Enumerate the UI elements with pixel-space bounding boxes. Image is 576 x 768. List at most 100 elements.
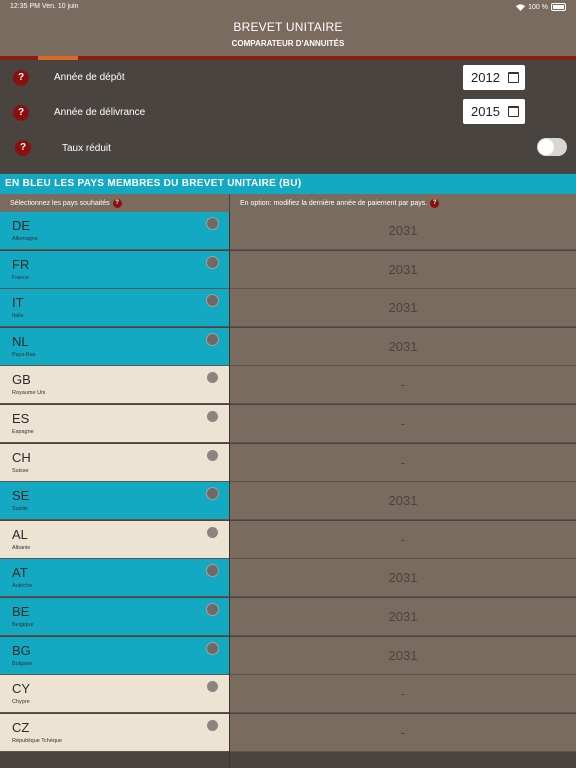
country-name: Belgique (12, 622, 34, 628)
last-payment-year[interactable]: - (230, 520, 576, 559)
country-select-cell[interactable]: AT Autriche (0, 559, 229, 598)
select-radio[interactable] (207, 565, 218, 577)
select-radio[interactable] (207, 526, 218, 538)
country-code: CZ (12, 719, 30, 735)
country-name: Chypre (12, 699, 30, 706)
select-radio[interactable] (207, 449, 218, 461)
country-name: Albanie (12, 544, 31, 551)
status-bar: 12:35 PM Ven. 10 juin 100 % (0, 0, 576, 14)
last-payment-year[interactable]: - (230, 713, 576, 752)
country-code: ES (12, 411, 30, 426)
select-radio[interactable] (207, 642, 218, 654)
app-subtitle: COMPARATEUR D'ANNUITÉS (231, 39, 345, 48)
filing-year-input[interactable]: 2012 (463, 65, 525, 90)
country-code: DE (12, 218, 31, 233)
member-banner: EN BLEU LES PAYS MEMBRES DU BREVET UNITA… (0, 174, 576, 194)
toggle-knob (538, 139, 554, 155)
country-name: République Tchèque (12, 737, 63, 744)
help-icon-select[interactable]: ? (112, 199, 122, 208)
country-select-cell[interactable]: NL Pays-Bas (0, 327, 229, 366)
country-row-cy: CY Chypre - (0, 675, 576, 714)
option-last-year-label: En option: modifiez la dernière année de… (240, 200, 428, 207)
country-row-it: IT Italie 2031 (0, 289, 576, 328)
country-row-al: AL Albanie - (0, 520, 576, 559)
calendar-icon (508, 72, 519, 83)
select-radio[interactable] (207, 218, 218, 229)
last-payment-year[interactable]: - (230, 366, 576, 405)
country-select-cell[interactable]: BE Belgique (0, 598, 229, 636)
country-row-at: AT Autriche 2031 (0, 559, 576, 598)
status-time-date: 12:35 PM Ven. 10 juin (10, 3, 79, 10)
help-icon-filing-year[interactable]: ? (13, 70, 29, 86)
country-code: GB (12, 372, 31, 388)
filing-year-label: Année de dépôt (54, 72, 125, 83)
country-name: Autriche (12, 583, 33, 590)
country-code: BG (12, 642, 31, 658)
select-radio[interactable] (207, 295, 218, 307)
banner-text: EN BLEU LES PAYS MEMBRES DU BREVET UNITA… (5, 178, 302, 189)
help-icon-grant-year[interactable]: ? (13, 105, 29, 121)
country-select-cell[interactable]: CZ République Tchèque (0, 713, 229, 752)
country-name: Royaume Uni (12, 390, 46, 397)
reduced-rate-label: Taux réduit (62, 143, 111, 154)
wifi-icon (516, 3, 526, 11)
last-payment-year[interactable]: 2031 (230, 598, 576, 636)
select-radio[interactable] (207, 604, 218, 615)
last-payment-year[interactable]: 2031 (230, 559, 576, 598)
last-payment-year[interactable]: - (230, 443, 576, 482)
country-select-cell[interactable]: DE Allemagne (0, 212, 229, 250)
grant-year-input[interactable]: 2015 (463, 99, 525, 124)
status-right: 100 % (516, 3, 566, 11)
last-payment-year[interactable]: - (230, 405, 576, 443)
country-select-cell[interactable]: CY Chypre (0, 675, 229, 714)
select-radio[interactable] (207, 256, 218, 268)
country-select-cell[interactable]: SE Suède (0, 482, 229, 521)
select-radio[interactable] (207, 411, 218, 422)
select-radio[interactable] (207, 333, 218, 345)
help-icon-option[interactable]: ? (430, 199, 440, 208)
country-select-cell[interactable]: FR France (0, 250, 229, 289)
country-row-gb: GB Royaume Uni - (0, 366, 576, 405)
country-row-cz: CZ République Tchèque - (0, 713, 576, 752)
last-payment-year[interactable]: 2031 (230, 327, 576, 366)
country-row-se: SE Suède 2031 (0, 482, 576, 521)
last-payment-year[interactable]: 2031 (230, 482, 576, 521)
country-name: Bulgarie (12, 660, 33, 667)
calendar-icon (508, 106, 519, 117)
select-radio[interactable] (207, 681, 218, 693)
country-name: Italie (12, 313, 24, 320)
grant-year-value: 2015 (471, 104, 500, 119)
title-bar: BREVET UNITAIRE COMPARATEUR D'ANNUITÉS (0, 14, 576, 56)
last-payment-year[interactable]: 2031 (230, 289, 576, 328)
country-code: NL (12, 333, 29, 349)
reduced-rate-toggle[interactable] (537, 138, 567, 156)
column-header-option: En option: modifiez la dernière année de… (230, 194, 576, 212)
country-code: IT (12, 295, 24, 311)
country-code: SE (12, 488, 30, 504)
country-select-cell[interactable]: IT Italie (0, 289, 229, 328)
country-code: BE (12, 604, 30, 619)
country-code: CY (12, 681, 31, 697)
last-payment-year[interactable]: 2031 (230, 636, 576, 675)
country-name: Allemagne (12, 236, 38, 242)
last-payment-year[interactable]: 2031 (230, 250, 576, 289)
country-row-bg: BG Bulgarie 2031 (0, 636, 576, 675)
country-list: DE Allemagne 2031 FR France 2031 IT Italie 2031 N… (0, 212, 576, 768)
country-row-de: DE Allemagne 2031 (0, 212, 576, 250)
country-name: Suède (12, 506, 28, 513)
country-row-be: BE Belgique 2031 (0, 598, 576, 636)
country-select-cell[interactable]: AL Albanie (0, 520, 229, 559)
country-select-cell[interactable]: CH Suisse (0, 443, 229, 482)
country-select-cell[interactable]: BG Bulgarie (0, 636, 229, 675)
select-radio[interactable] (207, 372, 218, 384)
select-radio[interactable] (207, 719, 218, 731)
country-select-cell[interactable]: GB Royaume Uni (0, 366, 229, 405)
country-code: AT (12, 565, 28, 581)
battery-icon (551, 3, 566, 11)
country-select-cell[interactable]: ES Espagne (0, 405, 229, 443)
last-payment-year[interactable]: - (230, 675, 576, 714)
select-radio[interactable] (207, 488, 218, 500)
help-icon-reduced-rate[interactable]: ? (15, 140, 31, 156)
country-row-es: ES Espagne - (0, 405, 576, 443)
last-payment-year[interactable]: 2031 (230, 212, 576, 250)
